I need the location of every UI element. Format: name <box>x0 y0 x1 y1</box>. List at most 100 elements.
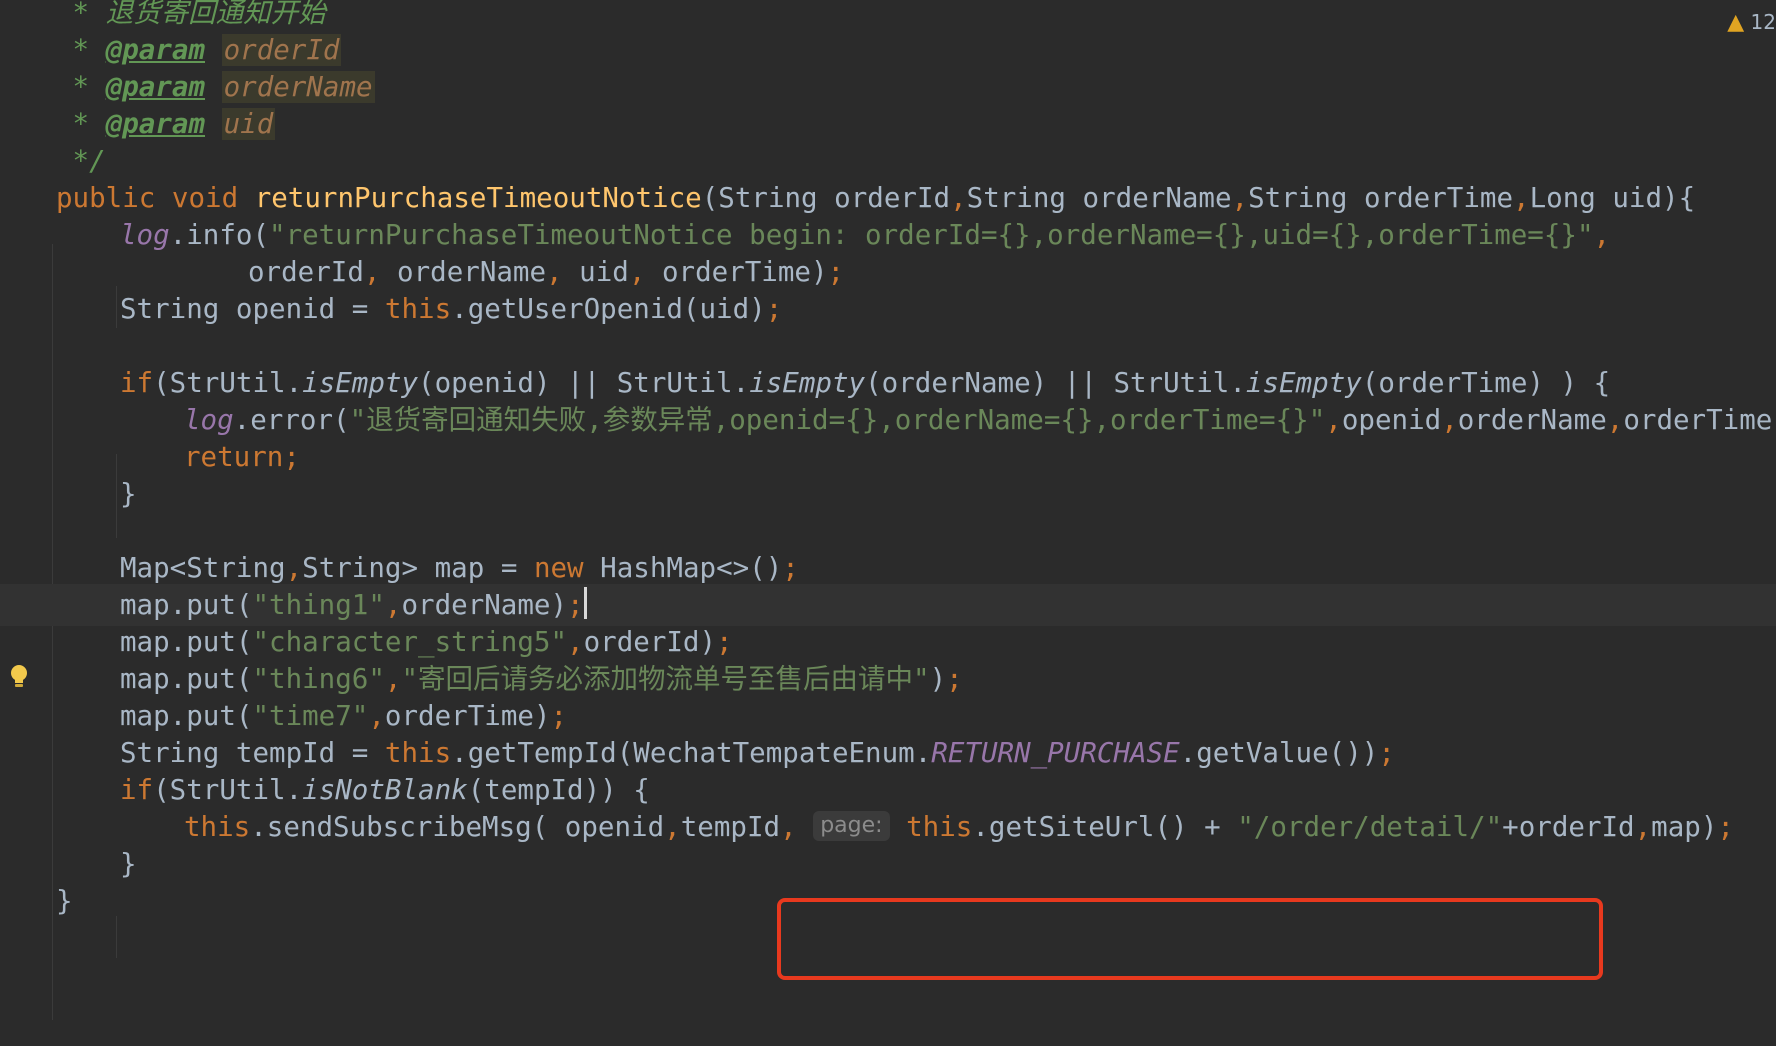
code-token: "time7" <box>252 700 369 732</box>
code-text: map.put("character_string5",orderId); <box>120 621 733 663</box>
code-token: +orderId <box>1502 811 1635 843</box>
code-token: map.put( <box>120 626 253 658</box>
code-line[interactable]: */ <box>0 140 1776 182</box>
code-token: orderName <box>397 256 547 288</box>
code-line[interactable]: this.sendSubscribeMsg( openid,tempId, pa… <box>0 806 1776 848</box>
code-text: Map<String,String> map = new HashMap<>()… <box>120 547 799 589</box>
code-line[interactable]: * @param uid <box>0 103 1776 145</box>
code-token: orderId <box>221 34 342 66</box>
code-token: tempId <box>680 811 781 843</box>
code-token: , <box>664 811 681 843</box>
code-token: ; <box>550 700 568 732</box>
code-token: ) <box>929 663 947 695</box>
code-line[interactable]: log.error("退货寄回通知失败,参数异常,openid={},order… <box>0 399 1776 441</box>
code-token: @param <box>105 71 206 103</box>
code-line[interactable]: map.put("time7",orderTime); <box>0 695 1776 737</box>
code-token: , <box>1606 404 1624 436</box>
code-token: Map<String <box>120 552 286 584</box>
code-token: ; <box>1717 811 1734 843</box>
indent-guide <box>116 916 117 958</box>
code-token: (orderTime) ) { <box>1361 367 1611 399</box>
lightbulb-icon[interactable] <box>8 664 30 688</box>
code-token: (String orderId <box>701 182 951 214</box>
code-line[interactable]: if(StrUtil.isEmpty(openid) || StrUtil.is… <box>0 362 1776 404</box>
code-line[interactable]: String openid = this.getUserOpenid(uid); <box>0 288 1776 330</box>
code-token: , <box>1325 404 1342 436</box>
code-line[interactable]: * @param orderId <box>0 29 1776 71</box>
code-line[interactable]: if(StrUtil.isNotBlank(tempId)) { <box>0 769 1776 811</box>
code-token: "character_string5" <box>252 626 568 658</box>
parameter-hint: page: <box>813 811 890 841</box>
code-token: "/order/detail/" <box>1237 811 1503 843</box>
code-token: uid <box>221 108 276 140</box>
code-token: orderName <box>1457 404 1607 436</box>
code-token: map.put( <box>120 700 253 732</box>
code-token: (tempId)) { <box>467 774 650 806</box>
code-token: orderTime) <box>1623 404 1776 436</box>
inspection-warning-indicator[interactable]: ▲ 12 <box>1727 10 1776 35</box>
code-token: String> map = <box>302 552 534 584</box>
code-token: .getTempId(WechatTempateEnum. <box>451 737 932 769</box>
code-token: Long uid){ <box>1529 182 1696 214</box>
code-text: orderId, orderName, uid, orderTime); <box>248 251 844 293</box>
code-token: new <box>533 552 601 584</box>
code-token: orderTime) <box>661 256 828 288</box>
code-line[interactable]: map.put("thing6","寄回后请务必添加物流单号至售后由请中"); <box>0 658 1776 700</box>
code-line[interactable]: map.put("character_string5",orderId); <box>0 621 1776 663</box>
code-line[interactable]: } <box>0 473 1776 515</box>
code-token: ; <box>827 256 845 288</box>
code-token: , <box>384 589 402 621</box>
code-line[interactable] <box>0 325 1776 367</box>
code-token: } <box>56 885 73 917</box>
code-line[interactable]: map.put("thing1",orderName); <box>0 584 1776 626</box>
code-token: this <box>184 811 251 843</box>
code-token: , <box>384 663 402 695</box>
text-caret <box>583 587 587 619</box>
code-token: .getValue()) <box>1179 737 1379 769</box>
code-token: orderName) <box>401 589 568 621</box>
code-token: , <box>363 256 398 288</box>
code-token: ; <box>1378 737 1395 769</box>
code-token: orderTime) <box>384 700 551 732</box>
code-token: "thing1" <box>252 589 385 621</box>
code-text: String openid = this.getUserOpenid(uid); <box>120 288 782 330</box>
code-token: "退货寄回通知失败,参数异常,openid={},orderName={},or… <box>349 404 1326 436</box>
code-token: log <box>184 404 234 436</box>
code-token: orderId <box>248 256 364 288</box>
code-text: map.put("thing6","寄回后请务必添加物流单号至售后由请中"); <box>120 658 963 700</box>
code-line[interactable] <box>0 510 1776 552</box>
code-line[interactable]: public void returnPurchaseTimeoutNotice(… <box>0 177 1776 219</box>
code-token: if <box>120 774 154 806</box>
code-line[interactable]: return; <box>0 436 1776 478</box>
code-line[interactable]: * @param orderName <box>0 66 1776 108</box>
code-token: uid <box>579 256 629 288</box>
code-line[interactable]: Map<String,String> map = new HashMap<>()… <box>0 547 1776 589</box>
code-token: public void <box>56 182 255 214</box>
code-token: map.put( <box>120 589 253 621</box>
code-token: , <box>1441 404 1458 436</box>
code-token: * <box>56 34 106 66</box>
code-line[interactable]: String tempId = this.getTempId(WechatTem… <box>0 732 1776 774</box>
warning-count: 12 <box>1750 10 1776 34</box>
code-line[interactable]: log.info("returnPurchaseTimeoutNotice be… <box>0 214 1776 256</box>
code-line[interactable]: orderId, orderName, uid, orderTime); <box>0 251 1776 293</box>
code-token: "returnPurchaseTimeoutNotice begin: orde… <box>269 219 1594 251</box>
code-token: , <box>1593 219 1611 251</box>
code-token: map.put( <box>120 663 253 695</box>
code-text: public void returnPurchaseTimeoutNotice(… <box>56 177 1695 219</box>
code-editor[interactable]: * 退货寄回通知开始 * @param orderId * @param ord… <box>0 0 1776 1046</box>
code-token: , <box>950 182 967 214</box>
code-token: } <box>120 478 137 510</box>
code-token: .getSiteUrl() + <box>972 811 1238 843</box>
code-line[interactable]: } <box>0 843 1776 885</box>
code-token: ; <box>716 626 733 658</box>
code-token: } <box>120 848 137 880</box>
code-token: , <box>1634 811 1652 843</box>
code-token: (orderName) || StrUtil. <box>865 367 1246 399</box>
code-token: isEmpty <box>749 367 866 399</box>
code-token: openid <box>1341 404 1442 436</box>
code-token: isEmpty <box>1245 367 1362 399</box>
code-token: , <box>546 256 580 288</box>
